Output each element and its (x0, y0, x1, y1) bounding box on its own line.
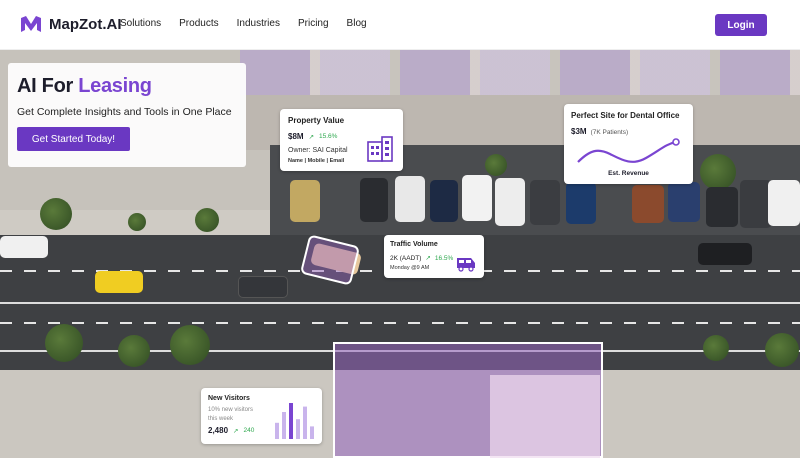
visitor-bar (303, 406, 307, 439)
hero-title-accent: Leasing (78, 75, 152, 97)
mapzot-logo-icon (21, 16, 41, 32)
visitors-bar-chart (275, 403, 314, 439)
arrow-up-icon: ↗ (233, 427, 239, 435)
brand-name: MapZot.AI (49, 15, 122, 33)
revenue-trend-line (577, 138, 680, 163)
nav-pricing[interactable]: Pricing (298, 18, 329, 29)
hero-card: AI For Leasing Get Complete Insights and… (8, 63, 246, 167)
visitors-count: 2,480 (208, 426, 229, 435)
visitor-bar (275, 422, 279, 439)
property-change: 15.6% (319, 133, 338, 140)
main-menu: Solutions Products Industries Pricing Bl… (120, 18, 385, 29)
visitors-card-title: New Visitors (208, 395, 250, 402)
nav-blog[interactable]: Blog (347, 18, 367, 29)
visitor-bar (296, 419, 300, 439)
nav-products[interactable]: Products (179, 18, 218, 29)
visitor-bar (310, 426, 314, 439)
brand-logo[interactable]: MapZot.AI (20, 15, 122, 33)
traffic-value: 2K (AADT) (390, 254, 422, 262)
hero-subtitle: Get Complete Insights and Tools in One P… (17, 106, 232, 118)
arrow-up-icon: ↗ (308, 133, 315, 141)
visitors-subtitle: 10% new visitors this week (208, 407, 254, 422)
login-button[interactable]: Login (715, 14, 767, 36)
hero-title: AI For Leasing (17, 75, 152, 97)
nav-solutions[interactable]: Solutions (120, 18, 161, 29)
perfect-site-card: Perfect Site for Dental Office $3M (7K P… (564, 104, 693, 184)
site-patients: (7K Patients) (590, 129, 629, 136)
nav-industries[interactable]: Industries (237, 18, 280, 29)
site-card-footer: Est. Revenue (608, 170, 649, 177)
visitors-change: 240 (243, 427, 255, 434)
traffic-volume-card: Traffic Volume 2K (AADT) ↗ 16.5% Monday … (384, 235, 484, 278)
site-revenue-value: $3M (571, 127, 587, 136)
property-value-card: Property Value $8M ↗ 15.6% Owner: SAI Ca… (280, 109, 403, 171)
property-value: $8M (288, 132, 304, 141)
building-icon (367, 136, 393, 162)
site-card-title: Perfect Site for Dental Office (571, 111, 680, 120)
new-visitors-card: New Visitors 10% new visitors this week … (201, 388, 322, 444)
visitor-bar (289, 403, 293, 439)
top-navbar: MapZot.AI Solutions Products Industries … (0, 0, 800, 50)
traffic-card-title: Traffic Volume (390, 241, 438, 248)
traffic-change: 16.5% (434, 254, 454, 262)
property-card-title: Property Value (288, 116, 345, 125)
van-icon (457, 258, 475, 272)
visitor-bar (282, 412, 286, 439)
get-started-button[interactable]: Get Started Today! (17, 127, 130, 151)
arrow-up-icon: ↗ (425, 255, 431, 262)
